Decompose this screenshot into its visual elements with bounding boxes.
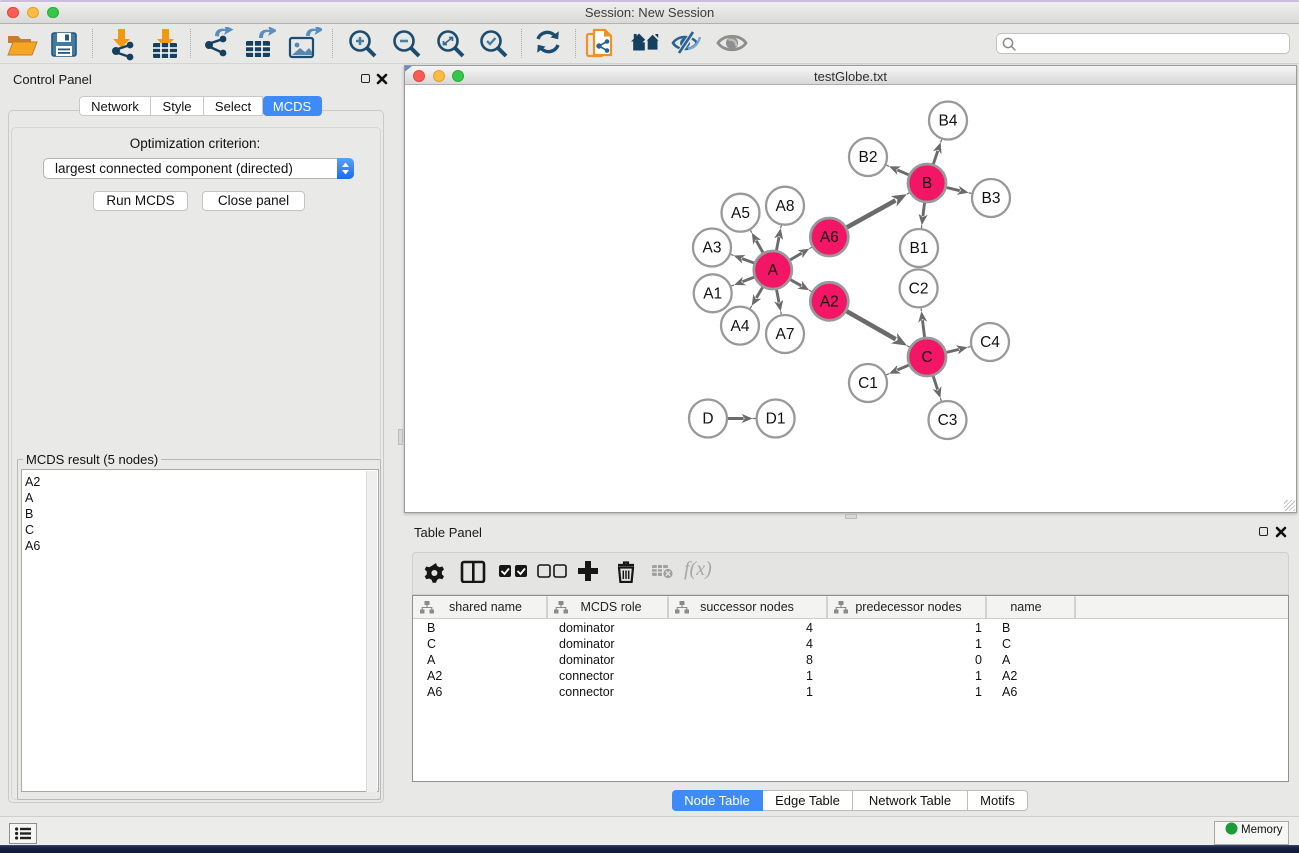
svg-text:A7: A7: [776, 326, 795, 343]
svg-text:C2: C2: [909, 281, 929, 298]
svg-text:C: C: [921, 349, 932, 366]
svg-text:B4: B4: [939, 113, 958, 130]
svg-text:B3: B3: [982, 190, 1001, 207]
svg-text:A6: A6: [820, 229, 839, 246]
svg-text:B2: B2: [859, 149, 878, 166]
svg-text:D1: D1: [766, 411, 786, 428]
svg-text:B1: B1: [910, 240, 929, 257]
svg-text:A4: A4: [731, 318, 750, 335]
svg-text:C4: C4: [980, 334, 1000, 351]
svg-text:A8: A8: [776, 198, 795, 215]
svg-text:C1: C1: [858, 375, 878, 392]
svg-text:B: B: [922, 175, 932, 192]
svg-text:A: A: [768, 262, 779, 279]
svg-text:D: D: [702, 411, 713, 428]
svg-text:A3: A3: [703, 240, 722, 257]
svg-text:A2: A2: [820, 294, 839, 311]
svg-text:A5: A5: [731, 205, 750, 222]
svg-text:C3: C3: [938, 412, 958, 429]
svg-text:A1: A1: [703, 286, 722, 303]
